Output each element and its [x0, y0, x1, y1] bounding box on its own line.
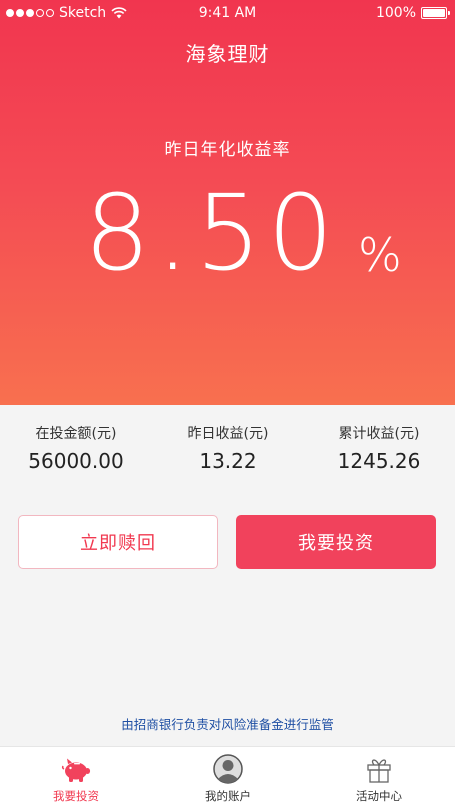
battery-icon [421, 7, 450, 19]
tab-label: 我的账户 [205, 789, 251, 803]
tab-label: 活动中心 [356, 789, 402, 803]
stat-value: 1245.26 [337, 449, 421, 473]
gift-icon [367, 759, 391, 783]
user-avatar-icon [213, 754, 243, 784]
tab-activities[interactable]: 活动中心 [303, 747, 455, 810]
tab-bar: 我要投资 我的账户 活动中心 [0, 746, 455, 810]
status-bar: Sketch 9:41 AM 100% [0, 0, 455, 26]
rate-label: 昨日年化收益率 [164, 140, 291, 160]
tab-account[interactable]: 我的账户 [152, 747, 304, 810]
stats-panel: 在投金额(元) 56000.00 昨日收益(元) 13.22 累计收益(元) 1… [0, 405, 455, 483]
supervision-note: 由招商银行负责对风险准备金进行监管 [121, 717, 334, 732]
redeem-button[interactable]: 立即赎回 [18, 515, 218, 569]
stat-label: 在投金额(元) [35, 426, 117, 442]
battery-percent: 100% [375, 5, 416, 21]
invest-button[interactable]: 我要投资 [236, 515, 436, 569]
rate-unit: % [358, 228, 402, 282]
piggy-bank-icon [61, 758, 91, 782]
page-title: 海象理财 [185, 42, 270, 66]
status-right: 100% [375, 5, 450, 21]
stat-label: 昨日收益(元) [187, 426, 269, 442]
stat-value: 13.22 [199, 449, 257, 473]
rate-value: 8.50 [84, 172, 340, 294]
stat-label: 累计收益(元) [338, 426, 420, 442]
rate-display: 8.50 % [0, 168, 455, 298]
tab-invest[interactable]: 我要投资 [0, 747, 152, 810]
battery-level [423, 9, 445, 17]
hero-section: Sketch 9:41 AM 100% 海象理财 昨日年化收益率 8.50 % [0, 0, 455, 405]
stat-value: 56000.00 [28, 449, 124, 473]
tab-label: 我要投资 [53, 789, 99, 803]
battery-tip [448, 11, 450, 15]
